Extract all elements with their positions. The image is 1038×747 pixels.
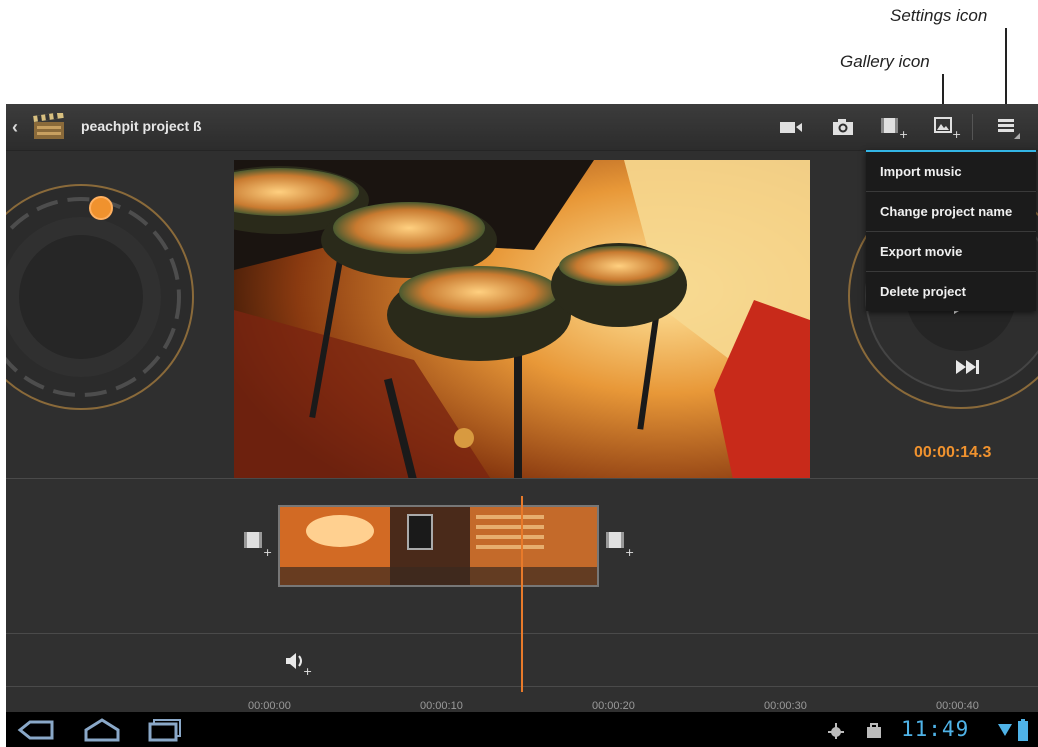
settings-icon-callout: Settings icon — [890, 6, 988, 25]
video-preview[interactable] — [234, 160, 810, 484]
add-video-clip-button[interactable]: + — [878, 112, 908, 142]
menu-item-import-music[interactable]: Import music — [866, 152, 1036, 192]
system-clock: 11:49 — [901, 717, 970, 741]
svg-text:+: + — [952, 128, 961, 139]
zoom-dial[interactable] — [6, 182, 196, 412]
gallery-icon-callout: Gallery icon — [840, 52, 930, 71]
video-camera-button[interactable] — [776, 112, 806, 142]
recent-apps-icon[interactable] — [146, 718, 186, 742]
menu-item-delete-project[interactable]: Delete project — [866, 272, 1036, 311]
timeline[interactable]: + + + 00:00:00 00:00:10 00:00:20 00:00:3… — [6, 478, 1038, 712]
svg-text:+: + — [303, 665, 312, 676]
ruler-label: 00:00:40 — [936, 700, 979, 712]
ruler-label: 00:00:00 — [248, 700, 291, 712]
action-bar: ‹ peachpit project ß + + — [6, 104, 1038, 151]
timeline-top-divider — [6, 478, 1038, 479]
settings-menu-icon — [998, 119, 1020, 139]
menu-item-change-project-name[interactable]: Change project name — [866, 192, 1036, 232]
movie-clapper-icon[interactable] — [32, 113, 66, 141]
gallery-icon: + — [934, 117, 961, 139]
system-bar: 11:49 — [6, 712, 1038, 747]
add-video-clip-icon: + — [881, 118, 907, 139]
debug-icon — [828, 723, 844, 739]
video-camera-icon — [780, 122, 802, 133]
settings-dropdown-menu: Import music Change project name Export … — [866, 150, 1036, 311]
menu-item-export-movie[interactable]: Export movie — [866, 232, 1036, 272]
shopping-bag-icon — [867, 723, 881, 738]
movie-studio-app: ‹ peachpit project ß + + Import music Ch… — [6, 104, 1038, 747]
ruler-label: 00:00:20 — [592, 700, 635, 712]
add-audio-icon[interactable]: + — [284, 650, 314, 676]
svg-text:+: + — [625, 546, 634, 558]
timeline-playhead[interactable] — [521, 496, 523, 692]
video-clip-thumbnail[interactable] — [278, 505, 599, 587]
ruler-label: 00:00:30 — [764, 700, 807, 712]
ruler-label: 00:00:10 — [420, 700, 463, 712]
svg-text:+: + — [263, 546, 272, 558]
gallery-button[interactable]: + — [932, 112, 962, 142]
camera-icon — [833, 119, 853, 135]
settings-menu-button[interactable] — [992, 112, 1022, 142]
wifi-icon — [998, 724, 1012, 736]
camera-button[interactable] — [828, 112, 858, 142]
back-chevron-icon[interactable]: ‹ — [12, 117, 18, 138]
back-nav-icon[interactable] — [16, 719, 56, 741]
add-clip-after-icon[interactable]: + — [606, 530, 634, 558]
svg-text:+: + — [899, 128, 907, 139]
battery-icon — [1018, 719, 1028, 741]
zoom-dial-knob[interactable] — [89, 196, 113, 220]
home-nav-icon[interactable] — [82, 717, 122, 743]
project-title: peachpit project ß — [81, 118, 202, 134]
playback-timecode: 00:00:14.3 — [914, 444, 992, 461]
add-clip-before-icon[interactable]: + — [244, 530, 272, 558]
action-bar-divider — [972, 114, 973, 140]
